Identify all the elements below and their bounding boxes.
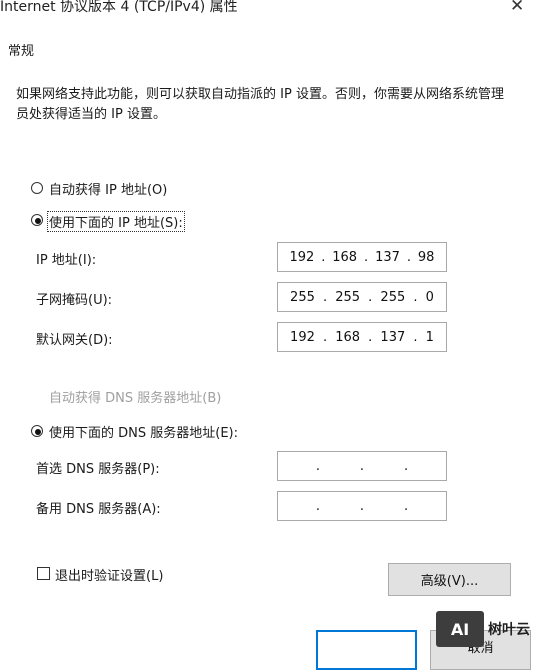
subnet-mask-label: 子网掩码(U): <box>36 293 113 308</box>
radio-circle-selected[interactable] <box>31 425 43 437</box>
default-gateway-label: 默认网关(D): <box>36 333 113 348</box>
octet-1: 255 <box>290 289 315 305</box>
octet-3: 255 <box>380 289 406 305</box>
alternate-dns-field[interactable]: ... <box>277 491 447 521</box>
window-title: Internet 协议版本 4 (TCP/IPv4) 属性 <box>0 0 238 15</box>
radio-auto-ip-label: 自动获得 IP 地址(O) <box>49 183 168 198</box>
octet-2: 255 <box>335 289 361 305</box>
checkbox-box[interactable] <box>37 567 50 580</box>
radio-circle[interactable] <box>31 182 43 194</box>
octet-3: 137 <box>375 249 400 265</box>
radio-manual-dns-label: 使用下面的 DNS 服务器地址(E): <box>49 426 238 441</box>
octet-4: 0 <box>425 289 434 305</box>
watermark-logo: AI <box>436 611 484 647</box>
preferred-dns-label: 首选 DNS 服务器(P): <box>36 462 160 477</box>
octet-4: 98 <box>417 249 435 265</box>
subnet-mask-field[interactable]: 255. 255. 255. 0 <box>277 282 447 312</box>
octet-1: 192 <box>289 249 315 265</box>
ok-button[interactable] <box>316 630 417 670</box>
radio-circle-selected[interactable] <box>31 214 43 226</box>
octet-2: 168 <box>332 249 358 265</box>
octet-1: 192 <box>290 329 315 345</box>
radio-auto-dns-label: 自动获得 DNS 服务器地址(B) <box>49 391 222 406</box>
tab-general[interactable]: 常规 <box>8 40 34 59</box>
validate-label: 退出时验证设置(L) <box>55 569 164 584</box>
watermark-brand: 树叶云 <box>488 622 530 638</box>
watermark: AI 树叶云 <box>436 611 530 647</box>
octet-4: 1 <box>425 329 434 345</box>
alternate-dns-label: 备用 DNS 服务器(A): <box>36 502 161 517</box>
ip-address-field[interactable]: 192. 168. 137. 98 <box>277 242 447 272</box>
preferred-dns-field[interactable]: ... <box>277 451 447 481</box>
description-text: 如果网络支持此功能，则可以获取自动指派的 IP 设置。否则，你需要从网络系统管理… <box>16 87 504 122</box>
radio-manual-ip-label: 使用下面的 IP 地址(S): <box>49 216 183 231</box>
octet-3: 137 <box>380 329 406 345</box>
close-icon[interactable]: ✕ <box>510 0 524 16</box>
advanced-button[interactable]: 高级(V)... <box>388 563 511 596</box>
octet-2: 168 <box>335 329 361 345</box>
default-gateway-field[interactable]: 192. 168. 137. 1 <box>277 322 447 352</box>
ip-address-label: IP 地址(I): <box>36 253 97 268</box>
